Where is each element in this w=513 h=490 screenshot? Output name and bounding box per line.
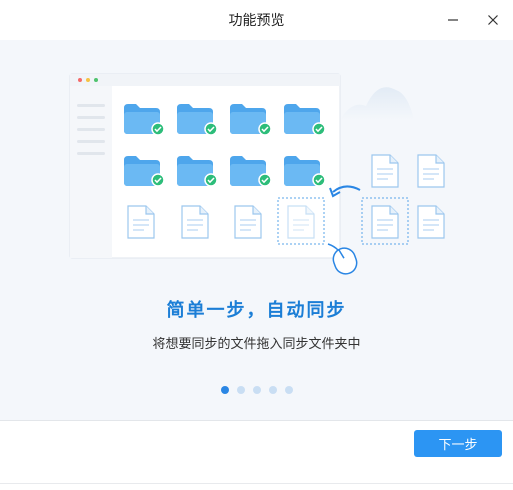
window-title: 功能预览 — [228, 13, 285, 29]
slide-headline: 简单一步，自动同步 — [166, 300, 347, 321]
pager-dot-4[interactable] — [268, 386, 277, 394]
title-bar: 功能预览 — [0, 0, 513, 40]
minimize-button[interactable] — [438, 6, 468, 34]
close-button[interactable] — [478, 6, 508, 34]
footer-divider — [0, 483, 513, 484]
close-icon — [488, 15, 498, 25]
next-button[interactable]: 下一步 — [414, 430, 502, 457]
minimize-icon — [448, 19, 458, 21]
document-icon — [361, 154, 445, 245]
slide-description: 将想要同步的文件拖入同步文件夹中 — [152, 337, 361, 352]
pager-dot-5[interactable] — [284, 386, 293, 394]
sync-illustration — [69, 73, 445, 275]
pager-dot-3[interactable] — [252, 386, 261, 394]
pager-dot-1[interactable] — [220, 386, 229, 394]
feature-preview-dialog: 功能预览 简单一步，自动同步 将想要同步的文件拖入同步文件夹中 下一步 — [0, 0, 513, 490]
slide-content: 简单一步，自动同步 将想要同步的文件拖入同步文件夹中 — [0, 40, 513, 420]
pager-dot-2[interactable] — [236, 386, 245, 394]
dialog-footer: 下一步 — [0, 420, 513, 490]
pager-dots — [0, 386, 513, 394]
cloud-icon — [340, 87, 414, 120]
